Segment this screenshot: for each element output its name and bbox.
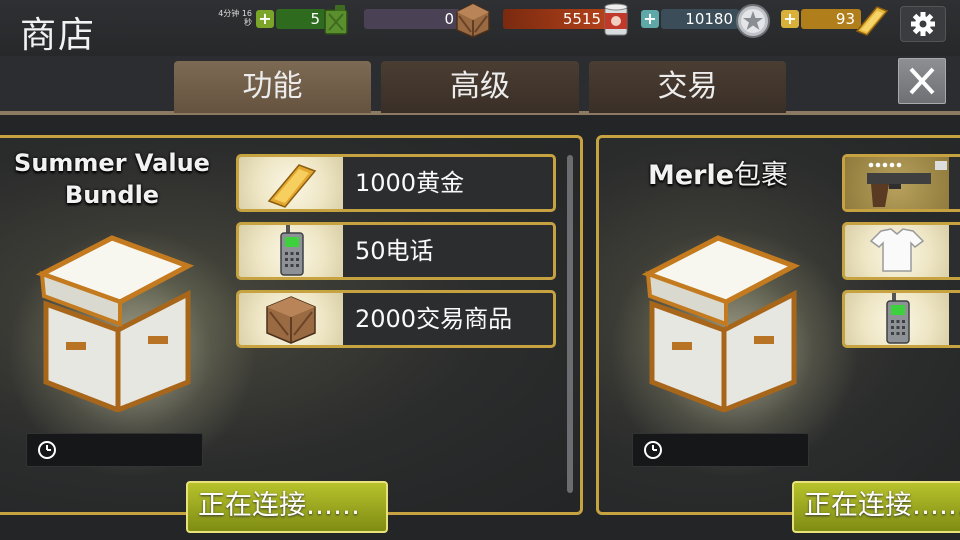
pistol-icon [867, 161, 947, 207]
food-counter: 5515 [503, 9, 607, 29]
tab-trade[interactable]: 交易 [589, 61, 786, 113]
item-list-scrollbar[interactable] [567, 155, 573, 493]
sheriff-badge-icon [735, 3, 771, 39]
bundle-title-line-1: Summer Value [14, 149, 210, 177]
gold-bar-icon [853, 3, 891, 37]
bundle-item: 1000黄金 [236, 154, 556, 212]
offer-timer [26, 433, 203, 467]
fuel-counter: 5 [276, 9, 326, 29]
food-can-icon [602, 3, 630, 39]
tab-premium[interactable]: 高级 [381, 61, 579, 113]
buy-button-merle[interactable]: 正在连接…… [792, 481, 960, 533]
treasure-chest-icon [642, 232, 806, 412]
bundle-item [842, 154, 960, 212]
treasure-chest-icon [36, 232, 200, 412]
clock-icon [644, 441, 662, 459]
close-button[interactable] [898, 58, 946, 104]
walkie-talkie-icon [280, 225, 304, 276]
item-thumbnail [845, 293, 949, 345]
gold-bar-icon [267, 164, 317, 208]
bundle-title-line-2: Bundle [64, 181, 160, 209]
tokens-counter: 10180 [661, 9, 739, 29]
timer-line-2: 秒 [244, 18, 252, 27]
bundle-item: 50电话 [236, 222, 556, 280]
bundle-item [842, 290, 960, 348]
bundle-item: 2000交易商品 [236, 290, 556, 348]
bundle-title-name: Merle [647, 160, 735, 191]
settings-button[interactable] [900, 6, 946, 42]
buy-button-summer[interactable]: 正在连接…… [186, 481, 388, 533]
item-thumbnail [845, 157, 949, 209]
offer-timer [632, 433, 809, 467]
bundle-title-suffix: 包裹 [734, 160, 789, 191]
timer-line-1: 4分钟 16 [218, 9, 252, 18]
tab-features[interactable]: 功能 [174, 61, 371, 113]
item-label: 2000交易商品 [355, 305, 513, 333]
fuel-refill-timer: 4分钟 16 秒 [212, 9, 252, 27]
tshirt-icon [869, 228, 925, 272]
bundle-title: Merle包裹 [630, 156, 806, 196]
bundle-item [842, 222, 960, 280]
item-label: 50电话 [355, 237, 434, 265]
crate-icon [455, 2, 491, 38]
walkie-talkie-icon [886, 293, 910, 344]
page-title: 商店 [20, 15, 97, 56]
trade-goods-counter: 0 [364, 9, 460, 29]
add-gold-button[interactable]: + [781, 10, 799, 28]
clock-icon [38, 441, 56, 459]
item-thumbnail [239, 225, 343, 277]
bundle-title: Summer Value Bundle [14, 147, 210, 211]
gold-counter: 93 [801, 9, 861, 29]
crate-icon [266, 296, 316, 344]
item-thumbnail [845, 225, 949, 277]
add-tokens-button[interactable]: + [641, 10, 659, 28]
item-thumbnail [239, 157, 343, 209]
add-fuel-button[interactable]: + [256, 10, 274, 28]
item-thumbnail [239, 293, 343, 345]
close-icon [909, 67, 935, 95]
gear-icon [911, 12, 935, 36]
fuel-can-icon [322, 4, 350, 36]
item-label: 1000黄金 [355, 169, 465, 197]
